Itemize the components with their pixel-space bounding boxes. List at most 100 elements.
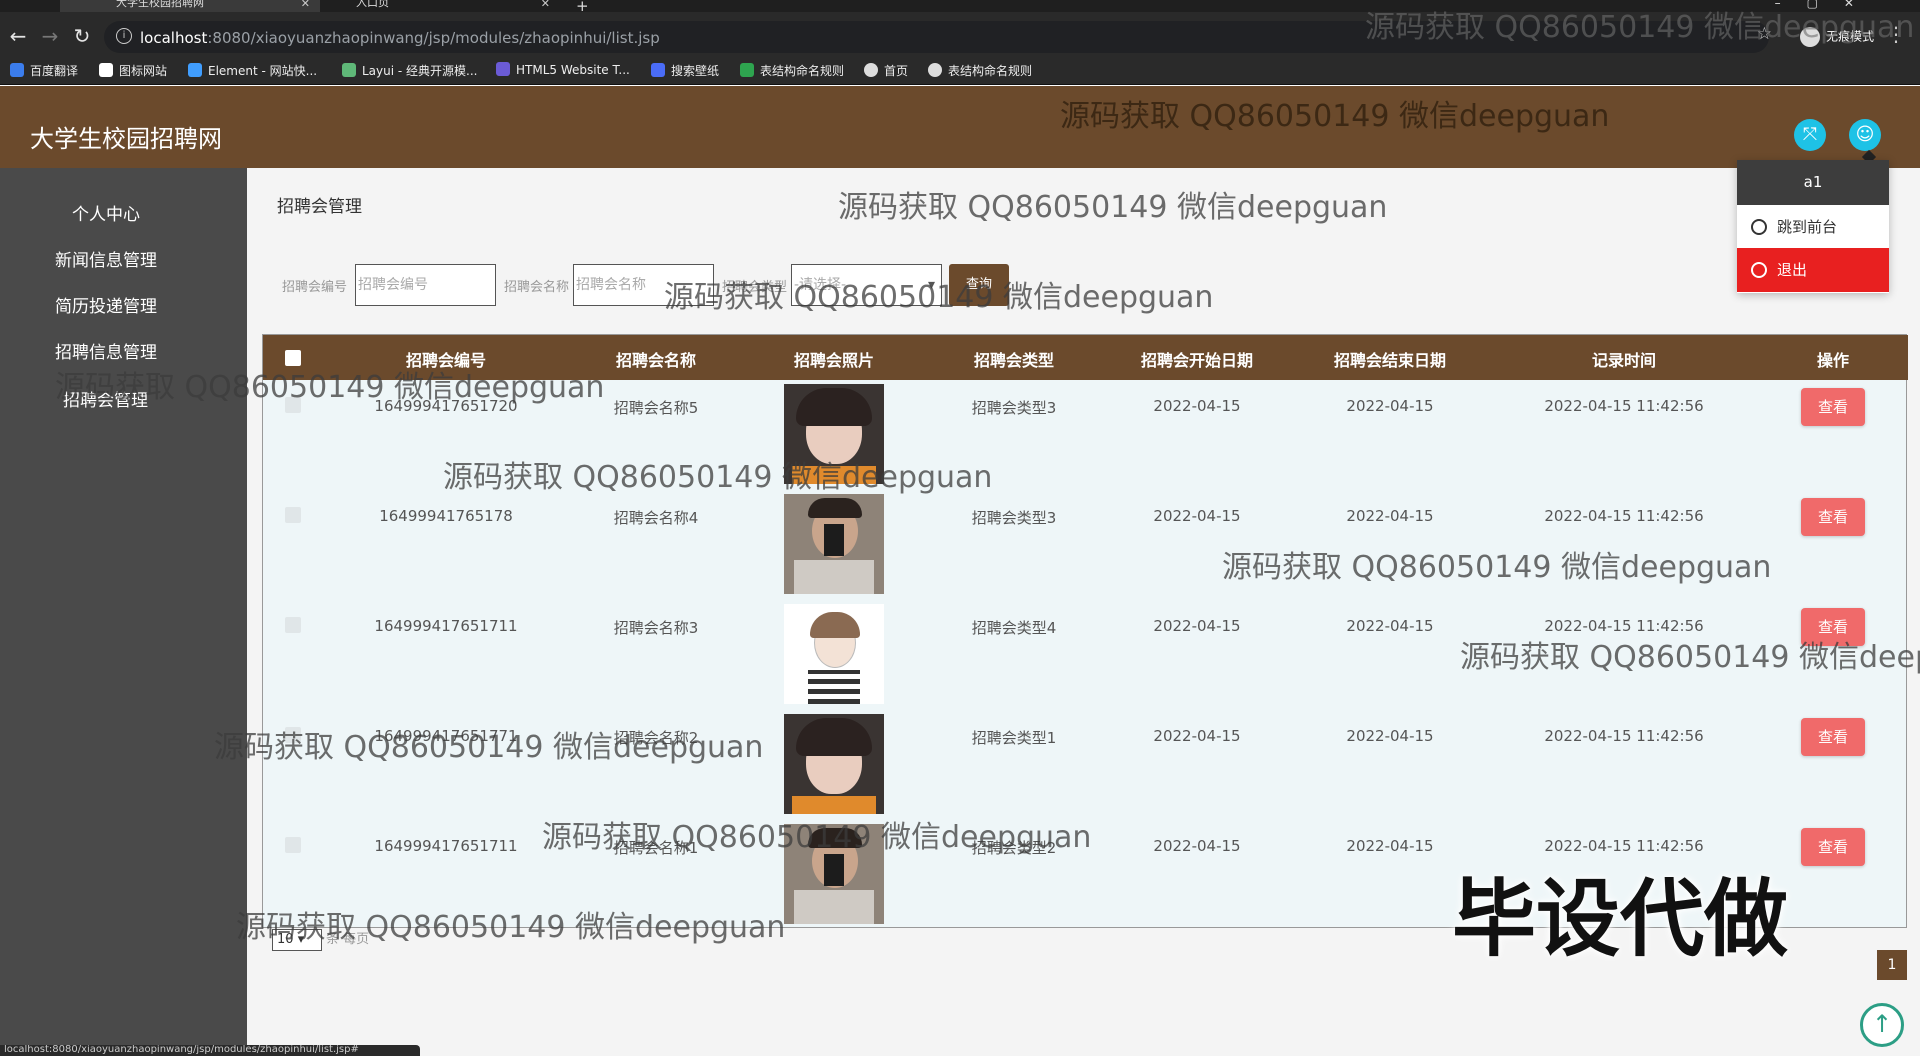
bookmark-favicon-icon	[342, 63, 356, 77]
search-button[interactable]: 查询	[949, 264, 1009, 306]
view-button[interactable]: 查看	[1801, 498, 1865, 536]
search-select-type[interactable]: -请选择- ▾	[791, 264, 942, 306]
cell-type: 招聘会类型1	[971, 729, 1057, 747]
select-value: -请选择-	[794, 277, 847, 293]
cell-record-time: 2022-04-15 11:42:56	[1544, 617, 1704, 635]
bookmark-item[interactable]: 首页	[864, 62, 908, 79]
page-size-label: 条 每页	[326, 932, 370, 947]
table-row: 16499941765178 招聘会名称4 招聘会类型3 2022-04-15 …	[263, 490, 1908, 600]
table-header: 招聘会编号 招聘会名称 招聘会照片 招聘会类型 招聘会开始日期 招聘会结束日期 …	[263, 335, 1908, 380]
chevron-down-icon: ▾	[927, 277, 935, 293]
browser-menu-icon[interactable]: ⋮	[1886, 22, 1906, 46]
bookmark-favicon-icon	[928, 63, 942, 77]
view-button[interactable]: 查看	[1801, 388, 1865, 426]
bookmark-item[interactable]: 表结构命名规则	[928, 62, 1032, 79]
bookmark-item[interactable]: 表结构命名规则	[740, 62, 844, 79]
job-fair-photo	[784, 714, 884, 814]
cell-end-date: 2022-04-15	[1346, 507, 1434, 525]
sidebar-item-news[interactable]: 新闻信息管理	[55, 246, 157, 271]
cell-start-date: 2022-04-15	[1153, 837, 1241, 855]
bookmark-favicon-icon	[99, 63, 113, 77]
bookmark-item[interactable]: 图标网站	[99, 62, 167, 79]
bookmarks-bar: 百度翻译 图标网站 Element - 网站快... Layui - 经典开源模…	[0, 55, 1920, 85]
page-size-value: 10	[277, 932, 294, 947]
sidebar-item-job-fair[interactable]: 招聘会管理	[63, 386, 148, 411]
close-tab-icon[interactable]: ✕	[301, 0, 310, 9]
browser-tab-strip: 大学生校园招聘网 ✕ 入口页 ✕ + –▢✕	[0, 0, 1920, 15]
view-button[interactable]: 查看	[1801, 718, 1865, 756]
job-fair-table: 招聘会编号 招聘会名称 招聘会照片 招聘会类型 招聘会开始日期 招聘会结束日期 …	[262, 334, 1908, 928]
bookmark-item[interactable]: 百度翻译	[10, 62, 78, 79]
reload-icon[interactable]: ↻	[70, 24, 94, 48]
incognito-label: 无痕模式	[1825, 29, 1874, 44]
cell-id: 164999417651720	[374, 397, 518, 415]
bookmark-item[interactable]: 搜索壁纸	[651, 62, 719, 79]
job-fair-photo	[784, 824, 884, 924]
cell-name: 招聘会名称2	[613, 729, 699, 747]
cell-start-date: 2022-04-15	[1153, 507, 1241, 525]
bookmark-item[interactable]: HTML5 Website T...	[496, 62, 630, 77]
cell-start-date: 2022-04-15	[1153, 727, 1241, 745]
browser-tab-active[interactable]: 大学生校园招聘网 ✕	[60, 0, 320, 12]
search-label-id: 招聘会编号	[282, 280, 348, 295]
sidebar-item-resume[interactable]: 简历投递管理	[55, 292, 157, 317]
search-input-name[interactable]: 招聘会名称	[573, 264, 714, 306]
cell-record-time: 2022-04-15 11:42:56	[1544, 397, 1704, 415]
address-bar[interactable]: i localhost:8080/xiaoyuanzhaopinwang/jsp…	[104, 21, 1769, 53]
column-header: 招聘会编号	[405, 351, 487, 370]
cell-name: 招聘会名称3	[613, 619, 699, 637]
bookmark-label: 首页	[884, 64, 909, 78]
back-icon[interactable]: ←	[6, 24, 30, 48]
user-avatar-icon[interactable]: ☺	[1849, 119, 1881, 151]
row-checkbox[interactable]	[285, 617, 301, 633]
cell-type: 招聘会类型3	[971, 509, 1057, 527]
pagination-page[interactable]: 1	[1877, 950, 1907, 980]
bookmark-label: 搜索壁纸	[671, 64, 720, 78]
site-info-icon[interactable]: i	[116, 28, 132, 44]
tab-title: 入口页	[356, 0, 389, 9]
cell-type: 招聘会类型3	[971, 399, 1057, 417]
bookmark-star-icon[interactable]: ☆	[1757, 24, 1772, 44]
window-controls[interactable]: –▢✕	[1775, 0, 1880, 10]
row-checkbox[interactable]	[285, 837, 301, 853]
go-to-frontend-item[interactable]: 跳到前台	[1737, 205, 1889, 249]
fullscreen-icon[interactable]: ⤧	[1794, 119, 1826, 151]
cell-start-date: 2022-04-15	[1153, 617, 1241, 635]
dropdown-username: a1	[1737, 160, 1889, 205]
bookmark-label: 表结构命名规则	[948, 64, 1033, 78]
row-checkbox[interactable]	[285, 397, 301, 413]
bookmark-favicon-icon	[651, 63, 665, 77]
row-checkbox[interactable]	[285, 507, 301, 523]
bookmark-favicon-icon	[10, 63, 24, 77]
back-to-top-icon[interactable]: ↑	[1860, 1003, 1904, 1047]
cell-id: 164999417651771	[374, 727, 518, 745]
sidebar-item-personal-center[interactable]: 个人中心	[72, 200, 140, 225]
sidebar-item-recruitment[interactable]: 招聘信息管理	[55, 338, 157, 363]
row-checkbox[interactable]	[285, 727, 301, 743]
bookmark-favicon-icon	[740, 63, 754, 77]
page-size-select[interactable]: 10 ▾	[272, 929, 322, 951]
browser-tab[interactable]: 入口页 ✕	[330, 0, 560, 12]
search-input-id[interactable]: 招聘会编号	[355, 264, 496, 306]
bookmark-favicon-icon	[864, 63, 878, 77]
table-row: 164999417651711 招聘会名称3 招聘会类型4 2022-04-15…	[263, 600, 1908, 710]
view-button[interactable]: 查看	[1801, 608, 1865, 646]
bookmark-label: Layui - 经典开源模...	[362, 64, 478, 78]
bookmark-item[interactable]: Layui - 经典开源模...	[342, 62, 477, 79]
job-fair-photo	[784, 494, 884, 594]
cell-end-date: 2022-04-15	[1346, 727, 1434, 745]
url-path: :8080/xiaoyuanzhaopinwang/jsp/modules/zh…	[207, 29, 660, 47]
close-tab-icon[interactable]: ✕	[541, 0, 550, 9]
bookmark-item[interactable]: Element - 网站快...	[188, 62, 317, 79]
bookmark-label: 图标网站	[119, 64, 168, 78]
view-button[interactable]: 查看	[1801, 828, 1865, 866]
cell-end-date: 2022-04-15	[1346, 617, 1434, 635]
logout-item[interactable]: 退出	[1737, 248, 1889, 292]
cell-id: 164999417651711	[374, 837, 518, 855]
forward-icon[interactable]: →	[38, 24, 62, 48]
cell-record-time: 2022-04-15 11:42:56	[1544, 507, 1704, 525]
select-all-checkbox[interactable]	[285, 350, 301, 366]
incognito-badge[interactable]: 无痕模式	[1799, 27, 1874, 47]
cell-end-date: 2022-04-15	[1346, 397, 1434, 415]
power-icon	[1751, 219, 1767, 235]
